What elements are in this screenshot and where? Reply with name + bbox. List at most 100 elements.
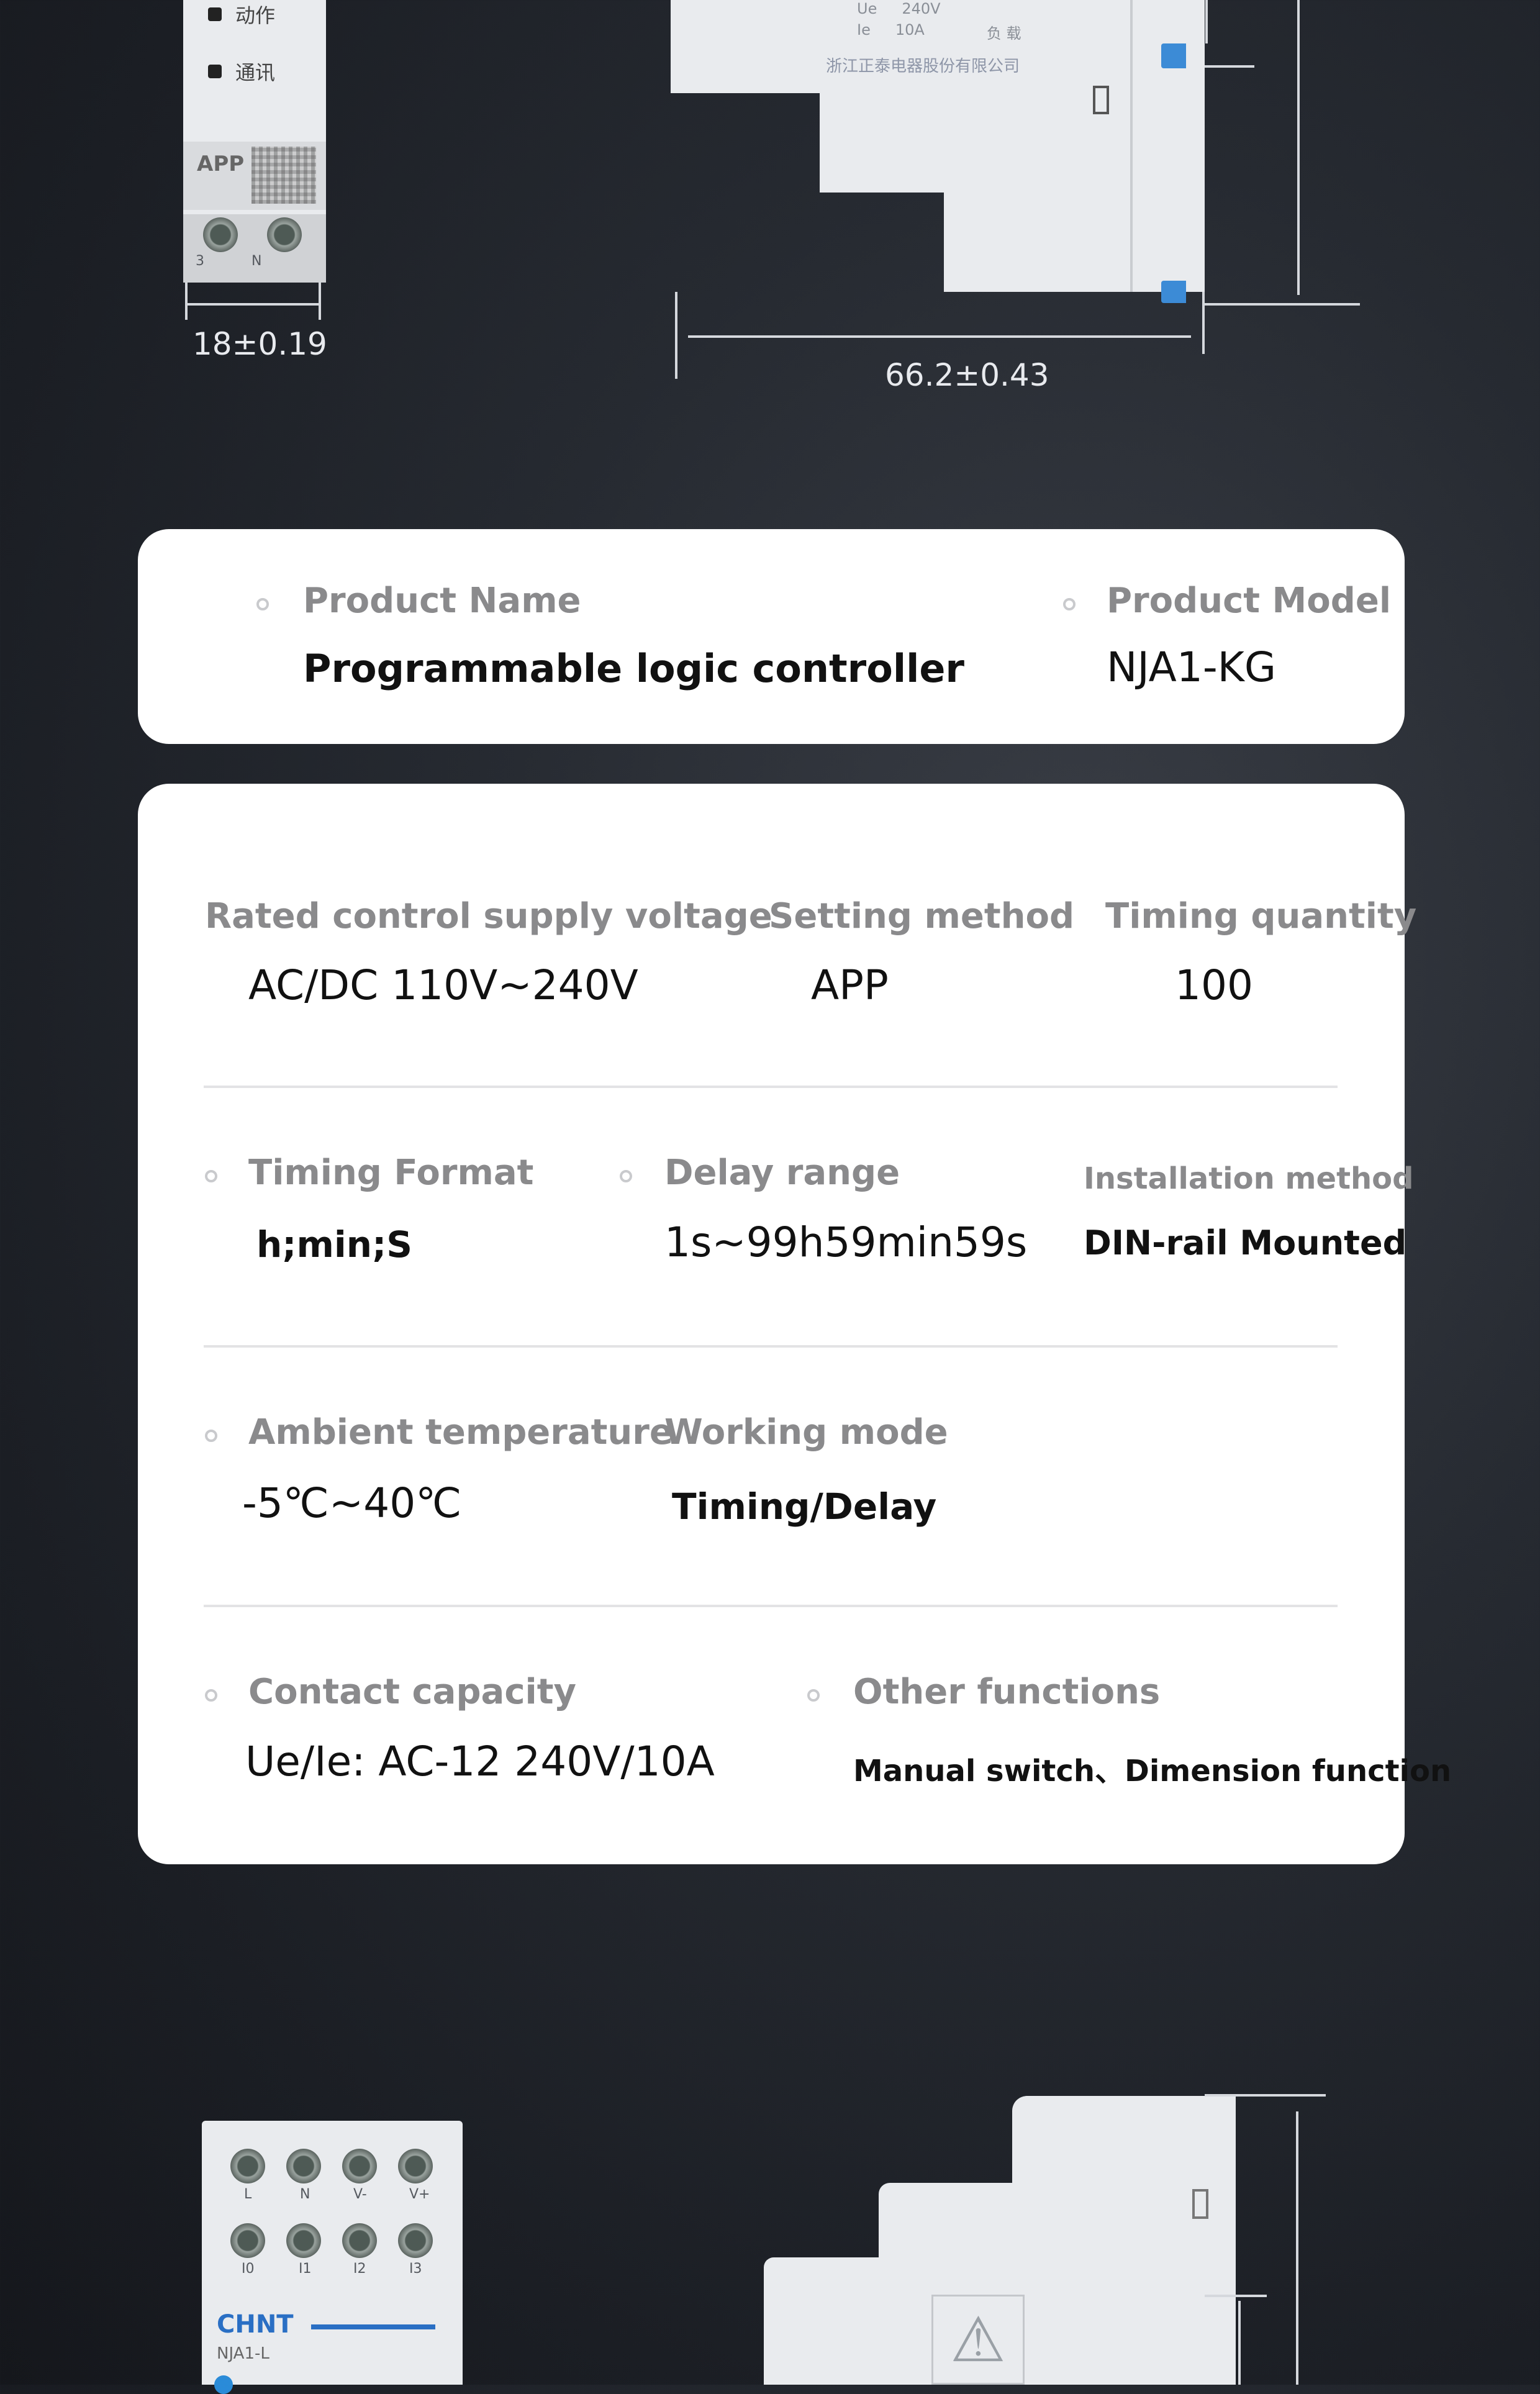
screw-terminal-icon <box>398 2223 433 2258</box>
bottom-front-device: L N V- V+ I0 I1 I2 I3 CHNT NJA1-L <box>202 2121 463 2394</box>
front-view-device: 动作 通讯 APP 3 N <box>183 0 326 283</box>
brand-underline <box>311 2324 435 2329</box>
bullet-icon <box>807 1689 820 1702</box>
product-model-value: NJA1-KG <box>1107 643 1277 691</box>
dim-tick <box>319 283 321 320</box>
led-icon <box>208 65 222 78</box>
bullet-icon <box>620 1170 632 1182</box>
terminal-label: I3 <box>409 2261 422 2277</box>
dim-tick <box>1205 65 1254 68</box>
product-model-label: Product Model <box>1107 581 1392 621</box>
width-dimension-label: 18±0.19 <box>192 326 327 362</box>
working-mode-label: Working mode <box>664 1412 948 1453</box>
dim-tick <box>1205 2094 1326 2097</box>
terminal-label: L <box>244 2187 252 2202</box>
indicator-label: 通讯 <box>235 61 276 84</box>
indicator-action: 动作 <box>208 0 275 29</box>
terminal-label: I2 <box>353 2261 366 2277</box>
height-dimension-line <box>1296 2111 1298 2385</box>
terminal-block <box>183 214 326 283</box>
terminal-label: V+ <box>409 2187 430 2202</box>
model-label: NJA1-L <box>217 2344 270 2363</box>
brand-logo: CHNT <box>217 2310 294 2339</box>
warning-label-icon: ⚠ <box>931 2295 1025 2385</box>
installation-value: DIN-rail Mounted <box>1084 1223 1407 1263</box>
supply-voltage-value: AC/DC 110V~240V <box>248 961 638 1009</box>
bullet-icon <box>205 1170 217 1182</box>
other-functions-value: Manual switch、Dimension function <box>853 1754 1452 1789</box>
dim-tick <box>1205 303 1360 306</box>
load-label: 负 载 <box>986 25 1021 42</box>
screw-terminal-icon <box>230 2223 265 2258</box>
dim-tick <box>1238 2301 1241 2385</box>
bullet-icon <box>256 598 269 610</box>
screw-terminal-icon <box>342 2223 377 2258</box>
divider <box>204 1605 1338 1607</box>
other-functions-label: Other functions <box>853 1672 1161 1712</box>
divider <box>204 1086 1338 1088</box>
side-view-shadow <box>1130 0 1133 292</box>
qr-code-icon <box>251 147 316 204</box>
ambient-temp-value: -5℃~40℃ <box>242 1479 462 1527</box>
indicator-comm: 通讯 <box>208 57 275 86</box>
timing-format-label: Timing Format <box>248 1153 534 1193</box>
timing-quantity-value: 100 <box>1175 961 1253 1009</box>
indicator-label: 动作 <box>235 4 276 27</box>
terminal-label: I0 <box>242 2261 255 2277</box>
product-card <box>138 529 1405 744</box>
width-dimension-line <box>186 303 320 306</box>
rail-slot <box>1192 2189 1208 2219</box>
bullet-icon <box>1063 598 1076 610</box>
status-dot-icon <box>214 2375 233 2394</box>
terminal-label: N <box>300 2187 310 2202</box>
device-mid-block <box>820 93 1205 193</box>
maker-text: 浙江正泰电器股份有限公司 <box>826 57 1020 76</box>
spec-key: Ie <box>857 21 871 39</box>
screw-terminal-icon <box>267 217 302 252</box>
screw-terminal-icon <box>342 2149 377 2183</box>
dim-tick <box>675 292 677 379</box>
contact-capacity-value: Ue/Ie: AC-12 240V/10A <box>245 1738 715 1785</box>
dim-tick <box>1205 2295 1267 2297</box>
contact-capacity-label: Contact capacity <box>248 1672 576 1712</box>
app-label: APP <box>197 152 245 176</box>
setting-method-label: Setting method <box>769 896 1075 936</box>
screw-terminal-icon <box>230 2149 265 2183</box>
dim-tick <box>185 283 188 320</box>
dim-tick <box>1202 292 1205 354</box>
screw-terminal-icon <box>286 2149 321 2183</box>
installation-label: Installation method <box>1084 1161 1414 1196</box>
bullet-icon <box>205 1689 217 1702</box>
bottom-side-device: ⚠ <box>764 2096 1236 2385</box>
supply-voltage-label: Rated control supply voltage <box>205 896 772 936</box>
spec-key: Ue <box>857 0 877 17</box>
spec-value: 10A <box>895 21 925 39</box>
depth-dimension-label: 66.2±0.43 <box>885 357 1049 393</box>
height-dimension-line <box>1297 0 1300 295</box>
delay-range-value: 1s~99h59min59s <box>664 1218 1028 1266</box>
dim-vertical-guide <box>1205 0 1208 43</box>
product-name-label: Product Name <box>303 581 581 621</box>
ambient-temp-label: Ambient temperature <box>248 1412 673 1453</box>
din-clip-icon <box>1161 43 1186 68</box>
din-clip-icon <box>1161 281 1186 303</box>
bullet-icon <box>205 1430 217 1442</box>
screw-terminal-icon <box>203 217 238 252</box>
product-name-value: Programmable logic controller <box>303 646 964 691</box>
terminal-label: V- <box>353 2187 367 2202</box>
terminal-label: N <box>251 253 262 269</box>
screw-terminal-icon <box>398 2149 433 2183</box>
side-view-device: Ue 240V Ie 10A 负 载 浙江正泰电器股份有限公司 <box>671 0 1205 385</box>
depth-dimension-line <box>688 335 1191 338</box>
rail-slot <box>1093 86 1109 114</box>
timing-quantity-label: Timing quantity <box>1105 896 1417 936</box>
divider <box>204 1345 1338 1348</box>
timing-format-value: h;min;S <box>256 1223 413 1266</box>
spec-plate: Ue 240V Ie 10A 负 载 <box>820 0 1112 50</box>
setting-method-value: APP <box>811 961 889 1009</box>
working-mode-value: Timing/Delay <box>672 1485 937 1528</box>
delay-range-label: Delay range <box>664 1153 900 1193</box>
led-icon <box>208 7 222 21</box>
screw-terminal-icon <box>286 2223 321 2258</box>
terminal-label: I1 <box>299 2261 312 2277</box>
